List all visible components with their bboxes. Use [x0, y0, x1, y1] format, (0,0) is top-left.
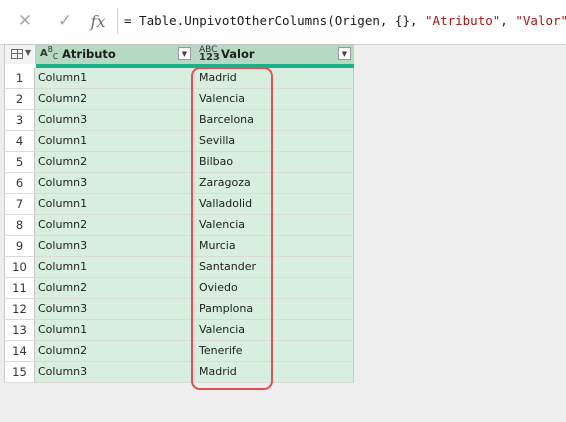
cell-valor[interactable]: Valencia: [195, 89, 357, 109]
table-row[interactable]: 2 Column2 Valencia: [4, 89, 354, 110]
row-number[interactable]: 15: [5, 362, 35, 382]
table-row[interactable]: 10 Column1 Santander: [4, 257, 354, 278]
cell-valor[interactable]: Sevilla: [195, 131, 357, 151]
cell-atributo[interactable]: Column3: [36, 299, 195, 319]
cell-atributo[interactable]: Column1: [36, 68, 195, 88]
formula-separator: [117, 8, 118, 34]
cell-valor[interactable]: Barcelona: [195, 110, 357, 130]
row-number[interactable]: 12: [5, 299, 35, 319]
column-header-atributo[interactable]: ABC Atributo ▼: [36, 45, 195, 64]
confirm-icon[interactable]: ✓: [52, 8, 78, 34]
formula-arg-atributo: "Atributo": [425, 13, 501, 28]
table-row[interactable]: 8 Column2 Valencia: [4, 215, 354, 236]
cell-valor[interactable]: Oviedo: [195, 278, 357, 298]
table-row[interactable]: 9 Column3 Murcia: [4, 236, 354, 257]
row-number[interactable]: 5: [5, 152, 35, 172]
formula-prefix: = Table.UnpivotOtherColumns(Origen, {},: [124, 13, 426, 28]
row-number[interactable]: 14: [5, 341, 35, 361]
cell-valor[interactable]: Valencia: [195, 215, 357, 235]
cancel-icon[interactable]: ✕: [12, 8, 38, 34]
cell-atributo[interactable]: Column2: [36, 215, 195, 235]
filter-dropdown-valor[interactable]: ▼: [338, 47, 351, 60]
formula-input[interactable]: = Table.UnpivotOtherColumns(Origen, {}, …: [124, 13, 566, 28]
any-type-icon: ABC 123: [199, 45, 220, 63]
cell-atributo[interactable]: Column2: [36, 89, 195, 109]
cell-atributo[interactable]: Column3: [36, 236, 195, 256]
column-label-atributo: Atributo: [62, 47, 116, 61]
row-number[interactable]: 8: [5, 215, 35, 235]
cell-valor[interactable]: Santander: [195, 257, 357, 277]
cell-atributo[interactable]: Column2: [36, 278, 195, 298]
row-number[interactable]: 4: [5, 131, 35, 151]
column-header-valor[interactable]: ABC 123 Valor ▼: [195, 45, 354, 64]
table-body: 1 Column1 Madrid 2 Column2 Valencia 3 Column3 Ba…: [4, 68, 354, 383]
cell-valor[interactable]: Madrid: [195, 68, 357, 88]
table-row[interactable]: 15 Column3 Madrid: [4, 362, 354, 383]
cell-atributo[interactable]: Column1: [36, 131, 195, 151]
column-label-valor: Valor: [221, 47, 255, 61]
header-row: ▼ ABC Atributo ▼ ABC 123 Valor ▼: [4, 44, 354, 64]
cell-atributo[interactable]: Column2: [36, 341, 195, 361]
formula-arg-valor: "Valor": [515, 13, 566, 28]
table-row[interactable]: 6 Column3 Zaragoza: [4, 173, 354, 194]
table-row[interactable]: 3 Column3 Barcelona: [4, 110, 354, 131]
fx-icon[interactable]: fx: [85, 8, 111, 34]
cell-valor[interactable]: Tenerife: [195, 341, 357, 361]
cell-valor[interactable]: Valencia: [195, 320, 357, 340]
cell-atributo[interactable]: Column3: [36, 362, 195, 382]
table-row[interactable]: 12 Column3 Pamplona: [4, 299, 354, 320]
table-row[interactable]: 1 Column1 Madrid: [4, 68, 354, 89]
cell-valor[interactable]: Murcia: [195, 236, 357, 256]
cell-atributo[interactable]: Column3: [36, 110, 195, 130]
filter-dropdown-atributo[interactable]: ▼: [178, 47, 191, 60]
formula-bar: ✕ ✓ fx = Table.UnpivotOtherColumns(Orige…: [0, 0, 566, 45]
row-number[interactable]: 3: [5, 110, 35, 130]
cell-atributo[interactable]: Column1: [36, 320, 195, 340]
table-row[interactable]: 11 Column2 Oviedo: [4, 278, 354, 299]
cell-atributo[interactable]: Column1: [36, 257, 195, 277]
row-number[interactable]: 11: [5, 278, 35, 298]
text-type-icon: ABC: [40, 45, 59, 61]
table-row[interactable]: 5 Column2 Bilbao: [4, 152, 354, 173]
cell-atributo[interactable]: Column2: [36, 152, 195, 172]
cell-valor[interactable]: Valladolid: [195, 194, 357, 214]
table-row[interactable]: 13 Column1 Valencia: [4, 320, 354, 341]
cell-valor[interactable]: Zaragoza: [195, 173, 357, 193]
table-icon: [11, 49, 23, 59]
cell-valor[interactable]: Pamplona: [195, 299, 357, 319]
cell-atributo[interactable]: Column3: [36, 173, 195, 193]
cell-atributo[interactable]: Column1: [36, 194, 195, 214]
table-menu-button[interactable]: ▼: [5, 45, 36, 64]
row-number[interactable]: 7: [5, 194, 35, 214]
row-number[interactable]: 10: [5, 257, 35, 277]
data-grid: ▼ ABC Atributo ▼ ABC 123 Valor ▼ 1 Column1…: [4, 44, 354, 383]
cell-valor[interactable]: Madrid: [195, 362, 357, 382]
cell-valor[interactable]: Bilbao: [195, 152, 357, 172]
row-number[interactable]: 9: [5, 236, 35, 256]
row-number[interactable]: 13: [5, 320, 35, 340]
table-row[interactable]: 4 Column1 Sevilla: [4, 131, 354, 152]
table-row[interactable]: 7 Column1 Valladolid: [4, 194, 354, 215]
row-number[interactable]: 1: [5, 68, 35, 88]
row-number[interactable]: 2: [5, 89, 35, 109]
chevron-down-icon: ▼: [25, 48, 32, 57]
row-number[interactable]: 6: [5, 173, 35, 193]
formula-sep: ,: [500, 13, 516, 28]
table-row[interactable]: 14 Column2 Tenerife: [4, 341, 354, 362]
